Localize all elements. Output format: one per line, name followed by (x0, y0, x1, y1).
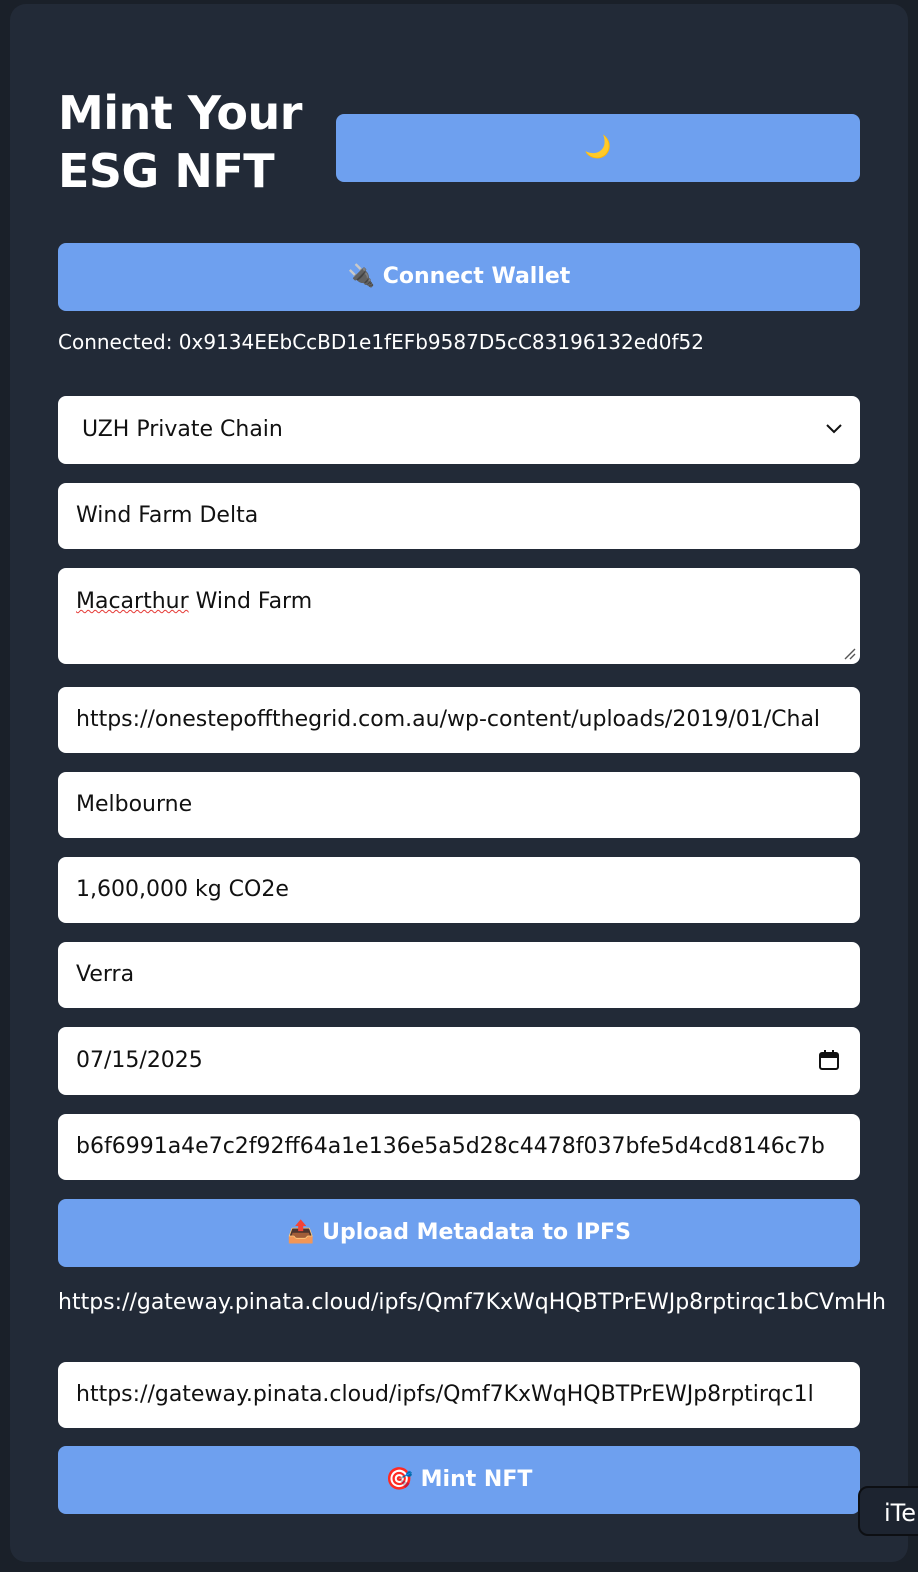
token-uri-input[interactable]: https://gateway.pinata.cloud/ipfs/Qmf7Kx… (58, 1362, 860, 1428)
description-textarea[interactable]: Macarthur Wind Farm (58, 568, 860, 664)
co2-input[interactable]: 1,600,000 kg CO2e (58, 857, 860, 923)
date-input[interactable]: 07/15/2025 (58, 1027, 860, 1095)
resize-handle-icon[interactable] (842, 646, 856, 660)
image-url-input[interactable]: https://onestepoffthegrid.com.au/wp-cont… (58, 687, 860, 753)
moon-icon: 🌙 (584, 135, 612, 160)
wallet-status: Connected: 0x9134EEbCcBD1e1fEFb9587D5cC8… (58, 330, 704, 354)
certifier-input[interactable]: Verra (58, 942, 860, 1008)
date-value: 07/15/2025 (76, 1048, 203, 1073)
tooltip-popup: iTe (858, 1486, 918, 1536)
mint-nft-button[interactable]: 🎯 Mint NFT (58, 1446, 860, 1514)
network-select-value: UZH Private Chain (82, 417, 283, 442)
upload-ipfs-button[interactable]: 📤 Upload Metadata to IPFS (58, 1199, 860, 1267)
connect-wallet-button[interactable]: 🔌 Connect Wallet (58, 243, 860, 311)
calendar-icon[interactable] (818, 1049, 840, 1071)
description-text: Wind Farm (188, 589, 313, 614)
name-input[interactable]: Wind Farm Delta (58, 483, 860, 549)
network-select[interactable]: UZH Private Chain (58, 396, 860, 464)
page-title: Mint Your ESG NFT (58, 86, 302, 198)
theme-toggle-button[interactable]: 🌙 (336, 114, 860, 182)
hash-input[interactable]: b6f6991a4e7c2f92ff64a1e136e5a5d28c4478f0… (58, 1114, 860, 1180)
location-input[interactable]: Melbourne (58, 772, 860, 838)
ipfs-result-link[interactable]: https://gateway.pinata.cloud/ipfs/Qmf7Kx… (58, 1290, 886, 1315)
description-misspelled-word: Macarthur (76, 589, 189, 614)
chevron-down-icon (826, 424, 842, 434)
